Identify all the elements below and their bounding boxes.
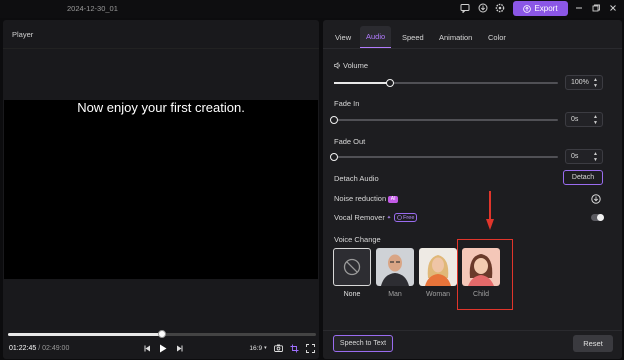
time-readout: 01:22:45 / 02:49:00 — [9, 345, 69, 352]
timeline-handle[interactable] — [158, 330, 166, 338]
fade-in-label: Fade In — [334, 99, 360, 108]
tab-view[interactable]: View — [329, 26, 357, 48]
player-title: Player — [12, 30, 34, 39]
download-icon[interactable] — [591, 194, 601, 206]
settings-icon[interactable] — [494, 2, 506, 14]
minimize-icon[interactable] — [573, 2, 585, 14]
current-time: 01:22:45 — [9, 345, 37, 352]
aspect-ratio-select[interactable]: 16:9 ▾ — [246, 343, 270, 353]
crop-icon[interactable] — [289, 343, 299, 353]
speaker-icon — [334, 62, 340, 69]
stepper-icon[interactable]: ▲ ▼ — [593, 151, 598, 163]
ai-badge: AI — [388, 195, 399, 203]
divider — [3, 48, 319, 49]
play-icon[interactable] — [158, 343, 168, 353]
fade-out-value-input[interactable]: 0s ▲ ▼ — [565, 149, 603, 164]
noise-reduction-label: Noise reduction — [334, 194, 387, 203]
annotation-arrow-icon — [486, 191, 494, 230]
timeline-progress — [8, 333, 162, 336]
volume-label: Volume — [343, 61, 369, 70]
tab-audio[interactable]: Audio — [360, 26, 392, 48]
volume-row-label: Volume — [334, 61, 368, 70]
feedback-icon[interactable] — [459, 2, 471, 14]
voice-option-label: Man — [388, 291, 402, 298]
property-tabs: View Audio Speed Animation Color — [323, 20, 622, 52]
voice-thumb — [333, 248, 371, 286]
previous-frame-icon[interactable] — [142, 343, 152, 353]
title-bar: 2024-12-30_01 Export — [0, 0, 624, 18]
detach-audio-label: Detach Audio — [334, 174, 379, 183]
chevron-down-icon: ▾ — [264, 345, 267, 351]
volume-value-input[interactable]: 100% ▲ ▼ — [565, 75, 603, 90]
man-avatar — [376, 248, 414, 286]
tab-animation[interactable]: Animation — [433, 26, 478, 48]
volume-slider-handle[interactable] — [386, 79, 394, 87]
clock-icon — [397, 215, 402, 220]
voice-option-label: Woman — [426, 291, 450, 298]
voice-option-label: None — [343, 291, 361, 298]
timeline-scrubber[interactable] — [8, 330, 316, 338]
voice-option-none[interactable]: None — [333, 248, 371, 298]
fade-out-slider-handle[interactable] — [330, 153, 338, 161]
vocal-remover-toggle[interactable] — [591, 214, 604, 221]
total-time: 02:49:00 — [42, 345, 70, 352]
download-icon[interactable] — [477, 2, 489, 14]
divider — [323, 330, 622, 331]
fade-in-value-input[interactable]: 0s ▲ ▼ — [565, 112, 603, 127]
free-badge-label: Free — [403, 214, 415, 221]
tab-color[interactable]: Color — [482, 26, 512, 48]
noise-reduction-row: Noise reduction AI — [334, 194, 399, 203]
player-panel: Player Now enjoy your first creation. 01… — [3, 20, 319, 359]
vocal-remover-label: Vocal Remover — [334, 213, 385, 222]
volume-slider[interactable] — [334, 79, 558, 87]
volume-value: 100% — [571, 79, 589, 86]
vocal-remover-row: Vocal Remover ✦ Free — [334, 213, 418, 222]
free-badge: Free — [394, 213, 418, 222]
next-frame-icon[interactable] — [174, 343, 184, 353]
stepper-icon[interactable]: ▲ ▼ — [593, 77, 598, 89]
export-label: Export — [534, 4, 558, 13]
speech-to-text-button[interactable]: Speech to Text — [333, 335, 393, 352]
sparkle-icon: ✦ — [386, 214, 392, 221]
prohibited-icon — [343, 258, 361, 276]
annotation-highlight-box — [457, 239, 513, 310]
voice-change-label: Voice Change — [334, 235, 381, 244]
fade-out-label: Fade Out — [334, 137, 366, 146]
detach-button[interactable]: Detach — [563, 170, 603, 185]
divider — [323, 48, 622, 49]
restore-icon[interactable] — [590, 2, 602, 14]
fade-in-value: 0s — [571, 116, 579, 123]
reset-button[interactable]: Reset — [573, 335, 613, 352]
close-icon[interactable] — [607, 2, 619, 14]
project-name: 2024-12-30_01 — [67, 4, 118, 13]
snapshot-icon[interactable] — [273, 343, 283, 353]
fade-out-slider[interactable] — [330, 153, 558, 161]
fade-in-slider-handle[interactable] — [330, 116, 338, 124]
aspect-ratio-value: 16:9 — [249, 344, 263, 352]
video-caption: Now enjoy your first creation. — [77, 100, 245, 115]
voice-option-woman[interactable]: Woman — [419, 248, 457, 298]
fade-out-value: 0s — [571, 153, 579, 160]
stepper-icon[interactable]: ▲ ▼ — [593, 114, 598, 126]
toggle-knob — [597, 214, 604, 221]
volume-slider-fill — [334, 82, 390, 84]
upload-icon — [523, 4, 532, 13]
fullscreen-icon[interactable] — [305, 343, 315, 353]
fade-in-slider[interactable] — [330, 116, 558, 124]
voice-option-man[interactable]: Man — [376, 248, 414, 298]
tab-speed[interactable]: Speed — [396, 26, 430, 48]
video-preview[interactable]: Now enjoy your first creation. — [4, 100, 318, 279]
woman-avatar — [419, 248, 457, 286]
export-button[interactable]: Export — [513, 1, 568, 16]
